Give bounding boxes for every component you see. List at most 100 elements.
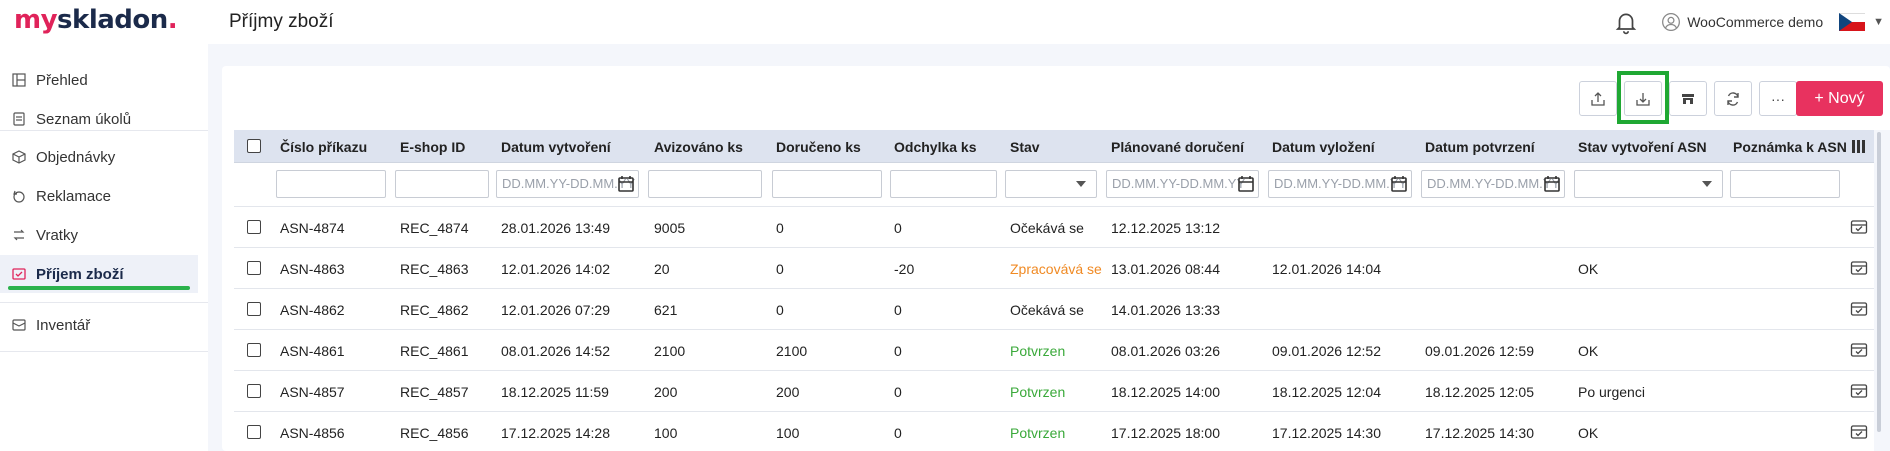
receive-tray-icon[interactable] — [1850, 218, 1868, 236]
user-menu[interactable]: WooCommerce demo — [1661, 12, 1823, 32]
cell-planned: 08.01.2026 03:26 — [1111, 343, 1220, 359]
columns-icon[interactable] — [1852, 140, 1866, 153]
row-checkbox[interactable] — [247, 302, 261, 316]
table-row[interactable]: ASN-4856 REC_4856 17.12.2025 14:28 100 100 0 P… — [234, 412, 1874, 451]
cell-status: Očekává se — [1010, 302, 1084, 318]
sidebar-item-label: Reklamace — [36, 187, 112, 205]
upload-icon — [1591, 91, 1605, 106]
calendar-icon[interactable] — [1390, 175, 1408, 193]
table-row[interactable]: ASN-4863 REC_4863 12.01.2026 14:02 20 0 -20 Zp… — [234, 248, 1874, 289]
cell-planned: 17.12.2025 18:00 — [1111, 425, 1220, 441]
filter-created-input[interactable]: DD.MM.YY-DD.MM.YY — [496, 170, 639, 198]
col-header-unloaded[interactable]: Datum vyložení — [1272, 139, 1375, 155]
cell-eshop-id: REC_4863 — [400, 261, 469, 277]
row-checkbox[interactable] — [247, 261, 261, 275]
col-header-order[interactable]: Číslo příkazu — [280, 139, 367, 155]
sidebar-item-seznam-ukolu[interactable]: Seznam úkolů — [0, 100, 198, 138]
vertical-scrollbar[interactable] — [1874, 130, 1890, 451]
row-checkbox[interactable] — [247, 425, 261, 439]
bell-icon[interactable] — [1613, 9, 1639, 35]
logo[interactable]: myskladon. — [14, 5, 178, 35]
col-header-planned[interactable]: Plánované doručení — [1111, 139, 1244, 155]
user-avatar-icon — [1662, 13, 1681, 31]
sidebar-divider — [0, 130, 208, 131]
cell-delivered: 0 — [776, 220, 784, 236]
col-header-diff[interactable]: Odchylka ks — [894, 139, 977, 155]
table-row[interactable]: ASN-4874 REC_4874 28.01.2026 13:49 9005 0 0 Oč… — [234, 207, 1874, 248]
calendar-icon[interactable] — [1543, 175, 1561, 193]
cell-delivered: 0 — [776, 261, 784, 277]
cell-planned: 18.12.2025 14:00 — [1111, 384, 1220, 400]
row-checkbox[interactable] — [247, 343, 261, 357]
sidebar-item-objednavky[interactable]: Objednávky — [0, 138, 198, 176]
filter-planned-input[interactable]: DD.MM.YY-DD.MM.YY — [1106, 170, 1259, 198]
table-row[interactable]: ASN-4862 REC_4862 12.01.2026 07:29 621 0 0 Oče… — [234, 289, 1874, 330]
inventory-icon — [12, 319, 26, 331]
filter-delivered-input[interactable] — [772, 170, 882, 198]
receive-tray-icon[interactable] — [1850, 382, 1868, 400]
cell-status: Očekává se — [1010, 220, 1084, 236]
filter-eshop-input[interactable] — [395, 170, 489, 198]
new-button[interactable]: + Nový — [1796, 81, 1883, 116]
language-chevron-down-icon[interactable]: ▼ — [1873, 16, 1884, 28]
cell-confirmed: 09.01.2026 12:59 — [1425, 343, 1534, 359]
receive-tray-icon[interactable] — [1850, 341, 1868, 359]
cell-unloaded: 18.12.2025 12:04 — [1272, 384, 1381, 400]
filter-asn-state-select[interactable] — [1574, 170, 1723, 198]
more-button[interactable]: ··· — [1759, 81, 1797, 116]
sidebar-item-prehled[interactable]: Přehled — [0, 61, 198, 99]
sidebar-item-reklamace[interactable]: Reklamace — [0, 177, 198, 215]
col-header-asn-note[interactable]: Poznámka k ASN — [1733, 139, 1847, 155]
select-all-checkbox[interactable] — [247, 139, 261, 153]
filter-asn-note-input[interactable] — [1730, 170, 1840, 198]
cell-planned: 14.01.2026 13:33 — [1111, 302, 1220, 318]
page-title: Příjmy zboží — [229, 11, 334, 32]
cell-planned: 12.12.2025 13:12 — [1111, 220, 1220, 236]
cell-advised: 9005 — [654, 220, 686, 236]
receive-tray-icon[interactable] — [1850, 259, 1868, 277]
scrollbar-thumb[interactable] — [1877, 132, 1881, 432]
row-checkbox[interactable] — [247, 384, 261, 398]
export-button[interactable] — [1579, 81, 1617, 116]
cell-delivered: 0 — [776, 302, 784, 318]
col-header-status[interactable]: Stav — [1010, 139, 1040, 155]
cell-created: 17.12.2025 14:28 — [501, 425, 610, 441]
filter-unloaded-input[interactable]: DD.MM.YY-DD.MM.YY — [1268, 170, 1412, 198]
table-row[interactable]: ASN-4861 REC_4861 08.01.2026 14:52 2100 2100… — [234, 330, 1874, 371]
receive-tray-icon[interactable] — [1850, 300, 1868, 318]
cell-status: Potvrzen — [1010, 425, 1066, 441]
cell-order: ASN-4863 — [280, 261, 345, 277]
receive-tray-icon[interactable] — [1850, 423, 1868, 441]
cell-delivered: 200 — [776, 384, 800, 400]
chevron-down-icon — [1076, 181, 1086, 187]
filter-confirmed-input[interactable]: DD.MM.YY-DD.MM.YY — [1421, 170, 1565, 198]
calendar-icon[interactable] — [1237, 175, 1255, 193]
refresh-button[interactable] — [1714, 81, 1752, 116]
calendar-icon[interactable] — [617, 175, 635, 193]
store-button[interactable] — [1669, 81, 1707, 116]
dashboard-icon — [12, 73, 26, 87]
col-header-advised[interactable]: Avizováno ks — [654, 139, 743, 155]
sidebar-item-vratky[interactable]: Vratky — [0, 216, 198, 254]
store-icon — [1682, 93, 1694, 104]
col-header-created[interactable]: Datum vytvoření — [501, 139, 611, 155]
active-indicator — [8, 286, 190, 290]
cell-delivered: 2100 — [776, 343, 808, 359]
cell-diff: 0 — [894, 302, 902, 318]
cell-unloaded: 17.12.2025 14:30 — [1272, 425, 1381, 441]
filter-advised-input[interactable] — [648, 170, 762, 198]
cell-created: 18.12.2025 11:59 — [501, 384, 609, 400]
filter-status-select[interactable] — [1005, 170, 1097, 198]
table-header: Číslo příkazu E-shop ID Datum vytvoření … — [234, 130, 1874, 163]
col-header-confirmed[interactable]: Datum potvrzení — [1425, 139, 1535, 155]
filter-diff-input[interactable] — [890, 170, 997, 198]
sidebar-item-inventar[interactable]: Inventář — [0, 306, 198, 344]
table-row[interactable]: ASN-4857 REC_4857 18.12.2025 11:59 200 200 0 P… — [234, 371, 1874, 412]
col-header-asn-state[interactable]: Stav vytvoření ASN — [1578, 139, 1707, 155]
row-checkbox[interactable] — [247, 220, 261, 234]
cell-unloaded: 12.01.2026 14:04 — [1272, 261, 1381, 277]
col-header-delivered[interactable]: Doručeno ks — [776, 139, 861, 155]
czech-flag-icon[interactable] — [1839, 13, 1866, 31]
filter-order-input[interactable] — [276, 170, 386, 198]
col-header-eshop-id[interactable]: E-shop ID — [400, 139, 465, 155]
